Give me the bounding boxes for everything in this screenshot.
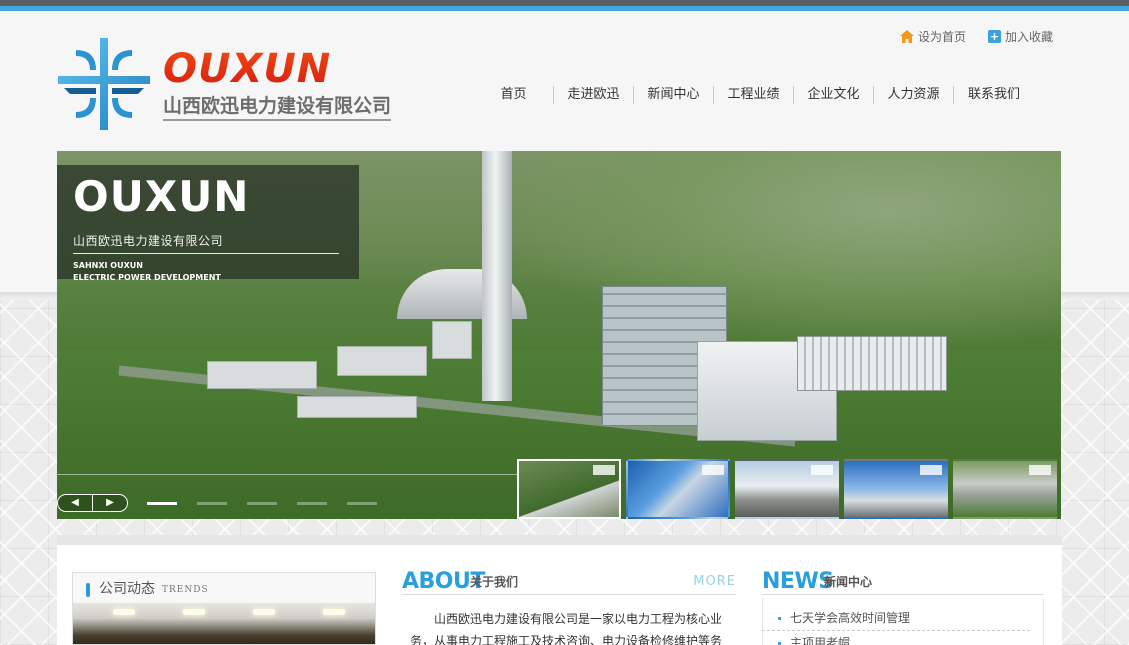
logo-mark-icon xyxy=(58,38,150,130)
nav-item-hr[interactable]: 人力资源 xyxy=(874,86,954,104)
home-icon xyxy=(900,30,914,43)
trends-header: 公司动态 TRENDS xyxy=(73,573,375,603)
banner-caption-divider xyxy=(73,253,339,254)
top-links: 设为首页 + 加入收藏 xyxy=(900,28,1053,45)
news-divider xyxy=(762,594,1044,595)
slide-thumbnail[interactable] xyxy=(735,459,839,519)
about-subtitle: 关于我们 xyxy=(470,575,519,589)
ceiling-light xyxy=(323,609,345,615)
slide-dots xyxy=(147,502,377,505)
cooling-unit xyxy=(797,336,947,391)
logo-english-name: OUXUN xyxy=(163,46,332,92)
nav-item-culture[interactable]: 企业文化 xyxy=(794,86,874,104)
slide-dot[interactable] xyxy=(347,502,377,505)
add-favorite-link[interactable]: + 加入收藏 xyxy=(988,28,1053,45)
hero-banner[interactable]: OUXUN 山西欧迅电力建设有限公司 SAHNXI OUXUN ELECTRIC… xyxy=(57,151,1061,519)
slide-dot[interactable] xyxy=(197,502,227,505)
news-list: 七天学会高效时间管理 主项用老帽 xyxy=(762,606,1044,645)
news-title: NEWS xyxy=(762,569,834,594)
set-homepage-label: 设为首页 xyxy=(918,30,967,44)
plant-building xyxy=(432,321,472,359)
news-subtitle: 新闻中心 xyxy=(824,575,873,589)
news-item[interactable]: 七天学会高效时间管理 xyxy=(762,606,1030,631)
about-divider xyxy=(402,594,736,595)
banner-brand-cn: 山西欧迅电力建设有限公司 xyxy=(73,234,224,248)
site-logo[interactable]: OUXUN 山西欧迅电力建设有限公司 xyxy=(56,36,426,134)
slide-dot[interactable] xyxy=(147,502,177,505)
ceiling-light xyxy=(113,609,135,615)
banner-caption: OUXUN 山西欧迅电力建设有限公司 SAHNXI OUXUN ELECTRIC… xyxy=(57,165,359,282)
about-section: ABOUT 关于我们 MORE 山西欧迅电力建设有限公司是一家以电力工程为核心业… xyxy=(402,568,736,645)
trends-title: 公司动态 xyxy=(99,581,155,597)
slide-thumbnail[interactable] xyxy=(953,459,1057,519)
thumbnail-logo xyxy=(593,465,615,475)
logo-chinese-name: 山西欧迅电力建设有限公司 xyxy=(163,94,392,121)
banner-hills xyxy=(487,151,1061,351)
nav-item-home[interactable]: 首页 xyxy=(474,86,554,104)
banner-sub-line1: SAHNXI OUXUN xyxy=(73,261,143,270)
nav-item-projects[interactable]: 工程业绩 xyxy=(714,86,794,104)
plant-building xyxy=(207,361,317,389)
thumbnail-logo xyxy=(1029,465,1051,475)
plus-icon: + xyxy=(988,30,1002,43)
banner-control-line xyxy=(57,474,517,475)
nav-item-news[interactable]: 新闻中心 xyxy=(634,86,714,104)
banner-sub-line2: ELECTRIC POWER DEVELOPMENT xyxy=(73,273,221,282)
set-homepage-link[interactable]: 设为首页 xyxy=(900,28,966,45)
prev-slide-button[interactable]: ◀ xyxy=(58,495,92,511)
slide-thumbnails xyxy=(517,459,1057,519)
thumbnail-logo xyxy=(702,465,724,475)
slide-arrows: ◀ ▶ xyxy=(57,494,128,512)
slide-thumbnail[interactable] xyxy=(626,459,730,519)
slide-thumbnail[interactable] xyxy=(517,459,621,519)
trends-image[interactable] xyxy=(73,603,375,644)
plant-building xyxy=(297,396,417,418)
add-favorite-label: 加入收藏 xyxy=(1005,30,1054,44)
trends-accent-bar xyxy=(86,583,90,597)
chimney xyxy=(482,151,512,401)
trends-box: 公司动态 TRENDS xyxy=(72,572,376,645)
about-more-link[interactable]: MORE xyxy=(693,574,736,590)
slide-thumbnail[interactable] xyxy=(844,459,948,519)
banner-controls: ◀ ▶ xyxy=(57,474,517,519)
thumbnail-logo xyxy=(811,465,833,475)
thumbnail-logo xyxy=(920,465,942,475)
nav-item-about[interactable]: 走进欧迅 xyxy=(554,86,634,104)
next-slide-button[interactable]: ▶ xyxy=(92,495,127,511)
content-top-strip xyxy=(57,535,1062,545)
banner-brand-en: OUXUN xyxy=(73,172,250,221)
trends-title-en: TRENDS xyxy=(162,585,209,595)
about-text: 山西欧迅电力建设有限公司是一家以电力工程为核心业务，从事电力工程施工及技术咨询、… xyxy=(410,612,723,645)
ceiling-light xyxy=(253,609,275,615)
ceiling-light xyxy=(183,609,205,615)
nav-item-contact[interactable]: 联系我们 xyxy=(954,86,1034,104)
plant-building xyxy=(337,346,427,376)
news-section: NEWS 新闻中心 七天学会高效时间管理 主项用老帽 xyxy=(762,568,1044,645)
news-item[interactable]: 主项用老帽 xyxy=(762,631,1030,645)
slide-dot[interactable] xyxy=(247,502,277,505)
main-nav: 首页 走进欧迅 新闻中心 工程业绩 企业文化 人力资源 联系我们 xyxy=(474,86,1034,104)
slide-dot[interactable] xyxy=(297,502,327,505)
